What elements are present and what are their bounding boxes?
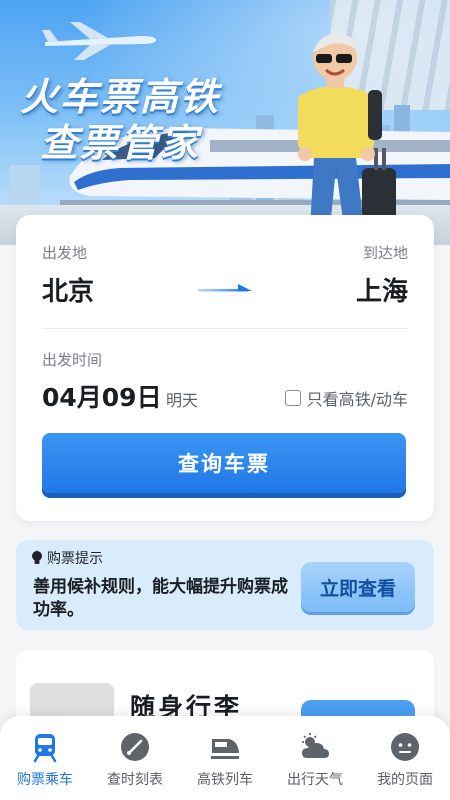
tip-title: 购票提示 <box>47 551 103 567</box>
nav-tab-high-speed-trains[interactable]: 高铁列车 <box>180 716 270 800</box>
lightbulb-icon <box>32 550 42 564</box>
banner-title: 火车票高铁 查票管家 <box>20 74 220 166</box>
high-speed-only-label: 只看高铁/动车 <box>306 390 408 409</box>
tip-header: 购票提示 <box>30 548 103 568</box>
from-city[interactable]: 北京 <box>42 271 94 308</box>
airplane-icon <box>42 22 156 60</box>
date-picker[interactable]: 04月09日 <box>42 378 162 414</box>
traveler-illustration <box>298 33 396 228</box>
high-speed-train-icon <box>211 739 239 759</box>
direction-arrow-icon[interactable] <box>198 281 254 295</box>
nav-tab-weather[interactable]: 出行天气 <box>270 716 360 800</box>
bottom-nav: 购票乘车 查时刻表 高铁列车 出行天气 我的页面 <box>0 716 450 800</box>
purchase-tip-card: 购票提示 善用候补规则，能大幅提升购票成功率。 立即查看 <box>16 540 434 630</box>
from-label: 出发地 <box>42 244 88 262</box>
nav-label: 查时刻表 <box>107 772 163 788</box>
view-now-button[interactable]: 立即查看 <box>301 562 415 612</box>
timetable-icon <box>121 733 149 761</box>
date-label: 出发时间 <box>42 351 103 369</box>
profile-icon <box>391 733 419 761</box>
divider <box>42 328 408 329</box>
nav-label: 出行天气 <box>287 772 343 788</box>
weather-icon <box>302 733 329 758</box>
date-relative: 明天 <box>166 391 199 410</box>
tip-body: 善用候补规则，能大幅提升购票成功率。 <box>33 577 288 620</box>
banner: 火车票高铁 查票管家 <box>0 0 450 245</box>
banner-title-line1: 火车票高铁 <box>20 75 221 119</box>
high-speed-only-checkbox[interactable] <box>284 390 301 406</box>
to-city[interactable]: 上海 <box>356 271 408 308</box>
nav-tab-profile[interactable]: 我的页面 <box>360 716 450 800</box>
high-speed-only-toggle[interactable]: 只看高铁/动车 <box>284 386 408 410</box>
nav-tab-buy-tickets[interactable]: 购票乘车 <box>0 716 90 800</box>
nav-label: 我的页面 <box>377 772 433 788</box>
nav-label: 高铁列车 <box>197 772 253 788</box>
nav-label: 购票乘车 <box>17 772 73 788</box>
train-ticket-icon <box>33 734 57 763</box>
search-tickets-button[interactable]: 查询车票 <box>42 433 406 493</box>
nav-tab-timetable[interactable]: 查时刻表 <box>90 716 180 800</box>
to-label: 到达地 <box>362 244 408 262</box>
banner-title-line2: 查票管家 <box>40 121 201 165</box>
ticket-search-card: 出发地 到达地 北京 上海 出发时间 04月09日 明天 只看高铁/动车 查询车… <box>16 215 434 521</box>
